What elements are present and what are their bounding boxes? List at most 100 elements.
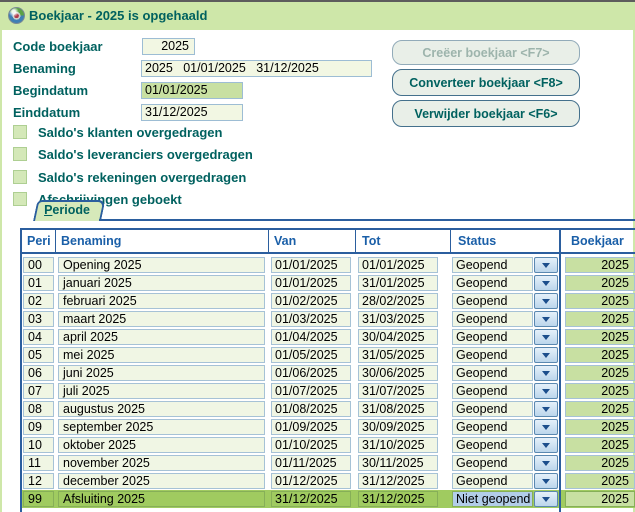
period-code-cell[interactable]: 06 (23, 365, 54, 381)
period-name-cell[interactable]: mei 2025 (58, 347, 265, 363)
period-status-value[interactable]: Geopend (452, 365, 533, 381)
period-from-cell[interactable]: 01/02/2025 (271, 293, 351, 309)
status-dropdown-button[interactable] (534, 257, 558, 273)
period-to-cell[interactable]: 31/01/2025 (358, 275, 438, 291)
period-to-cell[interactable]: 01/01/2025 (358, 257, 438, 273)
period-status-value[interactable]: Geopend (452, 419, 533, 435)
period-name-cell[interactable]: december 2025 (58, 473, 265, 489)
period-from-cell[interactable]: 01/08/2025 (271, 401, 351, 417)
period-code-cell[interactable]: 12 (23, 473, 54, 489)
period-to-cell[interactable]: 28/02/2025 (358, 293, 438, 309)
period-to-cell[interactable]: 30/11/2025 (358, 455, 438, 471)
status-dropdown-button[interactable] (534, 491, 558, 507)
status-dropdown-button[interactable] (534, 365, 558, 381)
period-name-cell[interactable]: september 2025 (58, 419, 265, 435)
period-code-cell[interactable]: 11 (23, 455, 54, 471)
period-code-cell[interactable]: 07 (23, 383, 54, 399)
period-to-cell[interactable]: 31/12/2025 (358, 473, 438, 489)
period-code-cell[interactable]: 09 (23, 419, 54, 435)
period-name-cell[interactable]: juli 2025 (58, 383, 265, 399)
period-status-value[interactable]: Geopend (452, 473, 533, 489)
period-name-cell[interactable]: augustus 2025 (58, 401, 265, 417)
period-to-cell[interactable]: 31/08/2025 (358, 401, 438, 417)
period-from-cell[interactable]: 01/03/2025 (271, 311, 351, 327)
period-status-value[interactable]: Geopend (452, 401, 533, 417)
status-dropdown-button[interactable] (534, 401, 558, 417)
chevron-down-icon (542, 389, 550, 394)
period-status-value[interactable]: Geopend (452, 293, 533, 309)
period-code-cell[interactable]: 08 (23, 401, 54, 417)
status-dropdown-button[interactable] (534, 293, 558, 309)
period-name-cell[interactable]: Afsluiting 2025 (58, 491, 265, 507)
period-code-cell[interactable]: 99 (23, 491, 54, 507)
period-to-cell[interactable]: 30/06/2025 (358, 365, 438, 381)
status-dropdown-button[interactable] (534, 275, 558, 291)
period-status-value[interactable]: Geopend (452, 347, 533, 363)
period-code-cell[interactable]: 04 (23, 329, 54, 345)
period-to-cell[interactable]: 31/03/2025 (358, 311, 438, 327)
table-row[interactable]: 01januari 2025 01/01/2025 31/01/2025 Geopen… (22, 274, 635, 292)
period-name-cell[interactable]: november 2025 (58, 455, 265, 471)
table-row[interactable]: 11november 2025 01/11/2025 30/11/2025 Geope… (22, 454, 635, 472)
status-dropdown-button[interactable] (534, 437, 558, 453)
table-row[interactable]: 00Opening 2025 01/01/2025 01/01/2025 Geopen… (22, 256, 635, 274)
period-name-cell[interactable]: februari 2025 (58, 293, 265, 309)
status-dropdown-button[interactable] (534, 473, 558, 489)
table-row[interactable]: 08augustus 2025 01/08/2025 31/08/2025 Geope… (22, 400, 635, 418)
period-from-cell[interactable]: 01/07/2025 (271, 383, 351, 399)
period-from-cell[interactable]: 01/05/2025 (271, 347, 351, 363)
table-row[interactable]: 06juni 202501/06/202530/06/2025Geopend20… (22, 364, 635, 382)
table-row[interactable]: 03maart 202501/03/202531/03/2025Geopend2… (22, 310, 635, 328)
table-row[interactable]: 04april 202501/04/202530/04/2025Geopend2… (22, 328, 635, 346)
period-code-cell[interactable]: 02 (23, 293, 54, 309)
period-to-cell[interactable]: 30/09/2025 (358, 419, 438, 435)
period-name-cell[interactable]: oktober 2025 (58, 437, 265, 453)
table-row[interactable]: 99Afsluiting 2025 31/12/2025 31/12/2025 Nie… (22, 490, 635, 508)
period-code-cell[interactable]: 01 (23, 275, 54, 291)
table-row[interactable]: 05mei 202501/05/202531/05/2025Geopend202… (22, 346, 635, 364)
period-status-value[interactable]: Geopend (452, 437, 533, 453)
period-name-cell[interactable]: Opening 2025 (58, 257, 265, 273)
table-row[interactable]: 02februari 2025 01/02/2025 28/02/2025 Geope… (22, 292, 635, 310)
period-status-value[interactable]: Niet geopend (452, 491, 533, 507)
period-name-cell[interactable]: maart 2025 (58, 311, 265, 327)
status-dropdown-button[interactable] (534, 455, 558, 471)
period-status-value[interactable]: Geopend (452, 383, 533, 399)
period-from-cell[interactable]: 31/12/2025 (271, 491, 351, 507)
chevron-down-icon (542, 353, 550, 358)
period-to-cell[interactable]: 31/12/2025 (358, 491, 438, 507)
table-row[interactable]: 09september 2025 01/09/2025 30/09/2025 Geop… (22, 418, 635, 436)
period-from-cell[interactable]: 01/09/2025 (271, 419, 351, 435)
period-from-cell[interactable]: 01/01/2025 (271, 275, 351, 291)
status-dropdown-button[interactable] (534, 383, 558, 399)
table-row[interactable]: 07juli 202501/07/202531/07/2025Geopend20… (22, 382, 635, 400)
period-to-cell[interactable]: 31/07/2025 (358, 383, 438, 399)
period-status-value[interactable]: Geopend (452, 275, 533, 291)
period-code-cell[interactable]: 03 (23, 311, 54, 327)
period-status-value[interactable]: Geopend (452, 455, 533, 471)
status-dropdown-button[interactable] (534, 419, 558, 435)
period-code-cell[interactable]: 10 (23, 437, 54, 453)
status-dropdown-button[interactable] (534, 329, 558, 345)
table-row[interactable]: 10oktober 2025 01/10/2025 31/10/2025 Geopen… (22, 436, 635, 454)
table-row[interactable]: 12december 2025 01/12/2025 31/12/2025 Geope… (22, 472, 635, 490)
period-status-value[interactable]: Geopend (452, 311, 533, 327)
period-from-cell[interactable]: 01/04/2025 (271, 329, 351, 345)
period-to-cell[interactable]: 31/05/2025 (358, 347, 438, 363)
period-name-cell[interactable]: april 2025 (58, 329, 265, 345)
period-from-cell[interactable]: 01/06/2025 (271, 365, 351, 381)
period-name-cell[interactable]: januari 2025 (58, 275, 265, 291)
period-status-value[interactable]: Geopend (452, 257, 533, 273)
period-from-cell[interactable]: 01/01/2025 (271, 257, 351, 273)
period-name-cell[interactable]: juni 2025 (58, 365, 265, 381)
status-dropdown-button[interactable] (534, 311, 558, 327)
period-to-cell[interactable]: 30/04/2025 (358, 329, 438, 345)
status-dropdown-button[interactable] (534, 347, 558, 363)
period-code-cell[interactable]: 05 (23, 347, 54, 363)
period-status-value[interactable]: Geopend (452, 329, 533, 345)
period-from-cell[interactable]: 01/10/2025 (271, 437, 351, 453)
period-from-cell[interactable]: 01/11/2025 (271, 455, 351, 471)
period-from-cell[interactable]: 01/12/2025 (271, 473, 351, 489)
period-code-cell[interactable]: 00 (23, 257, 54, 273)
period-to-cell[interactable]: 31/10/2025 (358, 437, 438, 453)
